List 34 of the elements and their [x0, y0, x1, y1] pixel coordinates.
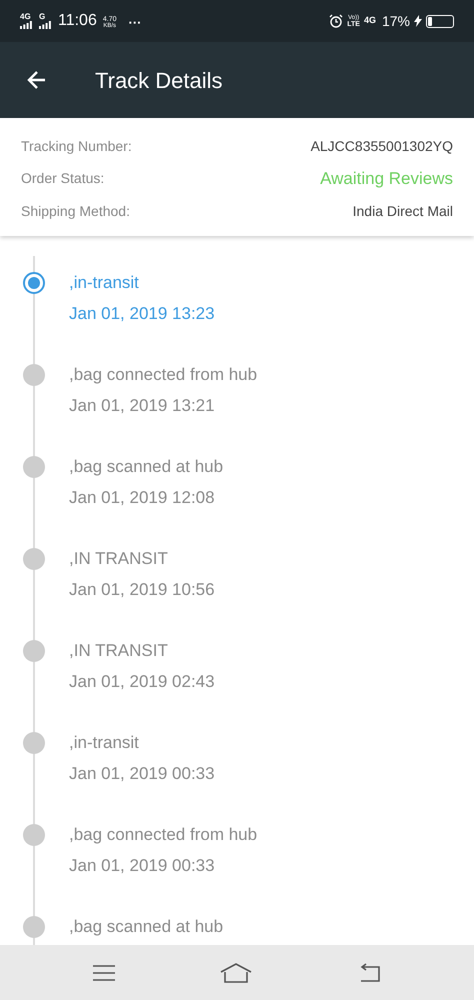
event-time: Jan 01, 2019 13:21: [69, 394, 216, 416]
detail-label: Order Status:: [21, 169, 104, 188]
detail-value: ALJCC8355001302YQ: [310, 137, 453, 156]
event-title: ,bag connected from hub: [69, 824, 258, 846]
event-time: Jan 01, 2019 12:08: [69, 486, 216, 508]
event-title: ,IN TRANSIT: [69, 548, 169, 570]
event-title: ,bag scanned at hub: [69, 916, 224, 938]
screen-title: Track Details: [95, 66, 223, 94]
more-indicator: ···: [128, 16, 142, 29]
menu-icon[interactable]: [92, 964, 115, 982]
event-time: Jan 01, 2019 00:33: [69, 762, 215, 784]
event-title: ,IN TRANSIT: [69, 640, 169, 662]
clock-time: 11:06: [58, 13, 97, 29]
network-label: 4G: [20, 13, 31, 21]
event-title: ,in-transit: [69, 272, 140, 294]
alarm-clock-icon: [329, 14, 344, 28]
event-title: ,bag scanned at hub: [69, 456, 224, 478]
event-time: Jan 01, 2019 13:23: [69, 302, 215, 324]
battery-percent: 17%: [382, 12, 410, 30]
home-icon[interactable]: [220, 962, 252, 984]
signal-icon: [39, 21, 51, 29]
detail-label: Shipping Method:: [21, 202, 130, 221]
network-label: 4G: [364, 14, 376, 28]
signal-icon: [20, 21, 32, 29]
event-time: Jan 01, 2019 02:43: [69, 670, 215, 692]
order-status-value: Awaiting Reviews: [320, 168, 453, 190]
detail-value: India Direct Mail: [352, 202, 453, 220]
detail-label: Tracking Number:: [21, 137, 132, 156]
event-time: Jan 01, 2019 00:33: [69, 854, 216, 876]
battery-icon: [426, 14, 454, 28]
event-title: ,bag connected from hub: [69, 364, 258, 386]
event-title: ,in-transit: [69, 732, 140, 754]
network-label: G: [39, 13, 46, 21]
event-time: Jan 01, 2019 10:56: [69, 578, 215, 600]
